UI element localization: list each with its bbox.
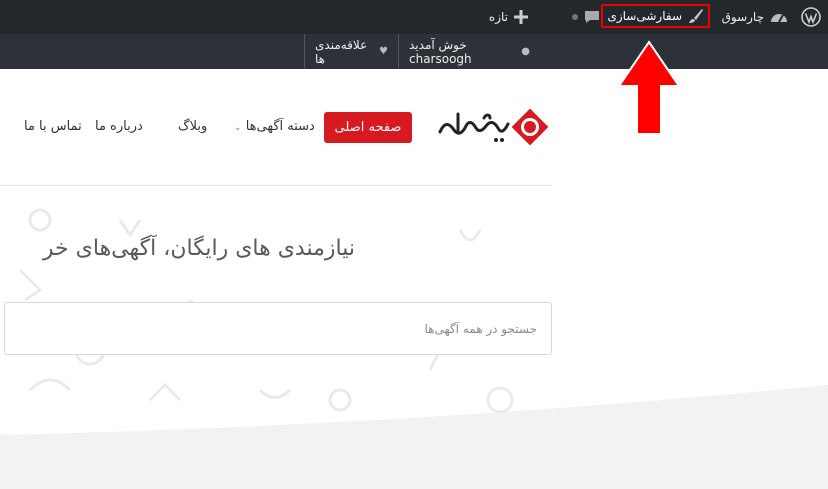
dashboard-icon [771, 14, 787, 23]
comment-icon [585, 11, 599, 23]
welcome-user-link[interactable]: خوش آمدید charsoogh ● [398, 34, 540, 69]
site-name-label: چارسوق [721, 10, 764, 24]
comment-count-dot [572, 14, 578, 20]
footer-wave [0, 385, 828, 489]
nav-contact[interactable]: تماس با ما [24, 119, 82, 134]
customize-link[interactable]: سفارشی‌سازی [601, 4, 710, 28]
search-input[interactable] [4, 302, 552, 355]
user-icon: ● [521, 46, 530, 57]
nav-blog[interactable]: وبلاگ [178, 119, 207, 134]
favorites-link[interactable]: علاقه‌مندی ها ♥ [304, 34, 398, 69]
admin-bar: چارسوق سفارشی‌سازی تازه [0, 0, 828, 34]
site-name-menu[interactable]: چارسوق [722, 0, 788, 34]
heart-icon: ♥ [379, 46, 388, 57]
nav-about[interactable]: درباره ما [95, 119, 143, 134]
wordpress-menu[interactable] [794, 0, 828, 34]
brush-icon [689, 9, 703, 23]
hero-title: نیازمندی های رایگان، آگهی‌های خر [42, 236, 355, 261]
customize-label: سفارشی‌سازی [607, 9, 682, 23]
site-logo[interactable] [436, 108, 548, 146]
favorites-label: علاقه‌مندی ها [315, 37, 368, 66]
nav-home-button[interactable]: صفحه اصلی [324, 112, 412, 143]
user-bar: خوش آمدید charsoogh ● علاقه‌مندی ها ♥ [0, 34, 828, 69]
chevron-down-icon: ⌄ [234, 123, 242, 133]
new-content-menu[interactable]: تازه [489, 0, 528, 34]
new-label: تازه [488, 10, 508, 24]
red-arrow-annotation [617, 40, 681, 135]
plus-icon [514, 10, 528, 24]
nav-categories[interactable]: ⌄ دسته آگهی‌ها [234, 119, 315, 134]
welcome-label: خوش آمدید charsoogh [409, 37, 472, 66]
logo-icon [511, 108, 548, 146]
nav-categories-label: دسته آگهی‌ها [245, 119, 315, 134]
comments-link[interactable] [584, 0, 600, 34]
header-divider [0, 185, 552, 186]
wordpress-icon [801, 7, 821, 27]
